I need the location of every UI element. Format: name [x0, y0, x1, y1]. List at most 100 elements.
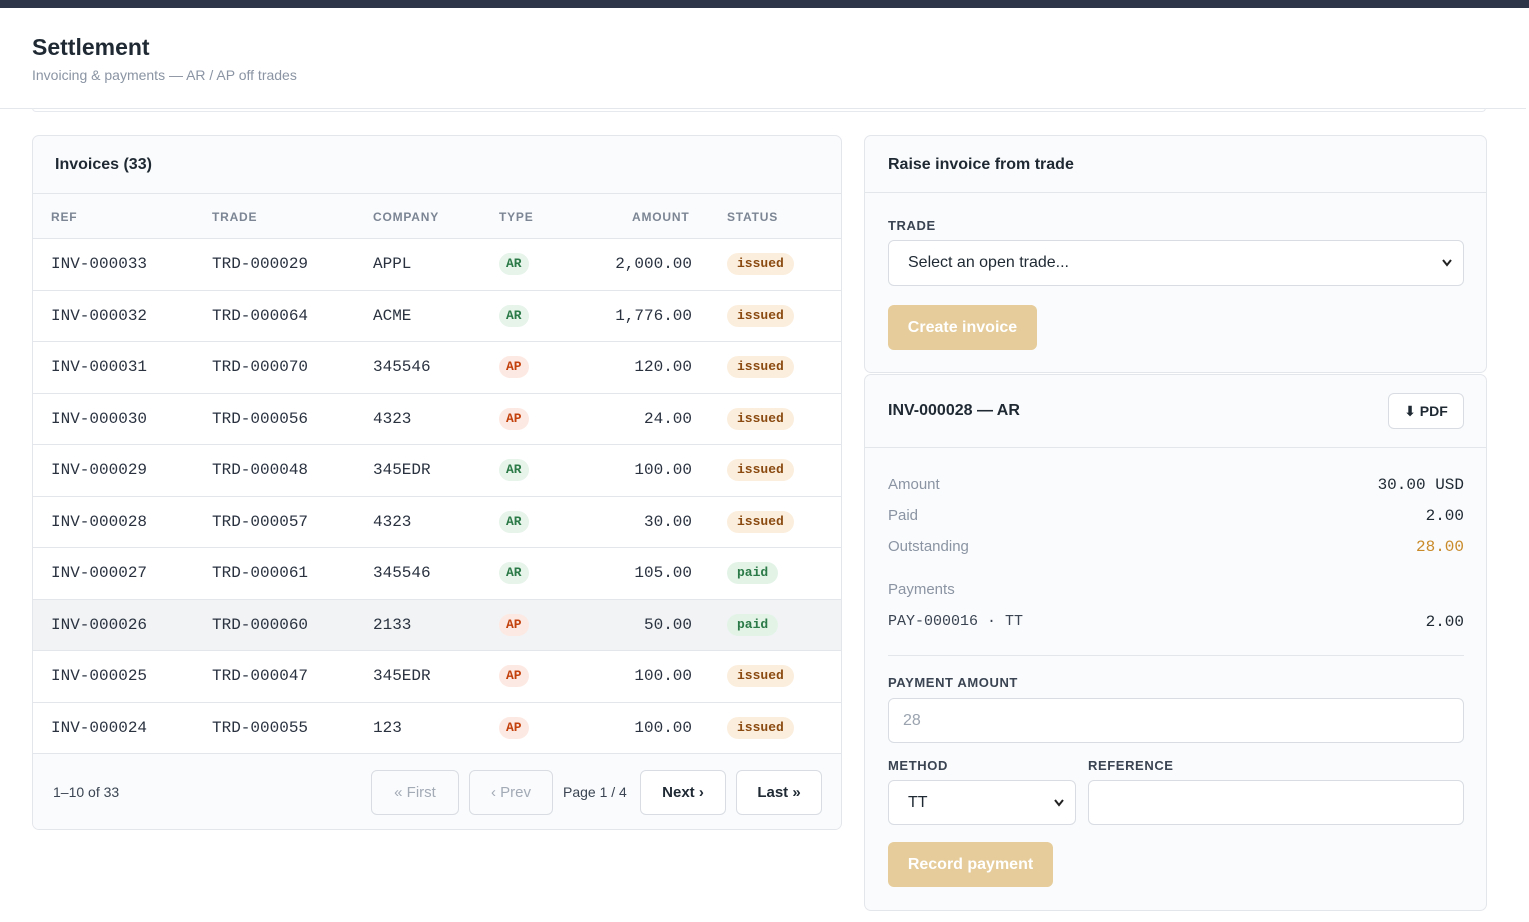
company-name: 345EDR — [373, 461, 431, 479]
type-badge: AR — [499, 510, 529, 533]
invoice-detail-card: INV-000028 — AR ⬇ PDF Amount 30.00 USD P… — [864, 374, 1487, 911]
method-label: METHOD — [888, 758, 948, 773]
column-header-status: STATUS — [727, 210, 779, 224]
table-row[interactable]: INV-000030 TRD-000056 4323 AP 24.00 issued — [33, 393, 841, 445]
trade-label: TRADE — [888, 218, 936, 233]
invoice-ref: INV-000033 — [51, 255, 148, 273]
type-badge: AP — [499, 665, 529, 687]
divider — [888, 655, 1464, 656]
chevron-down-icon — [1441, 241, 1453, 303]
invoice-amount: 50.00 — [643, 615, 692, 634]
table-row[interactable]: INV-000033 TRD-000029 APPL AR 2,000.00 issued — [33, 239, 841, 291]
raise-invoice-title: Raise invoice from trade — [888, 156, 1074, 173]
company-name: 345546 — [373, 358, 431, 376]
type-badge: AR — [499, 253, 529, 275]
invoice-amount: 24.00 — [643, 409, 692, 428]
trade-ref: TRD-000060 — [212, 615, 309, 634]
trade-ref: TRD-000048 — [212, 461, 309, 479]
status-badge: paid — [727, 613, 779, 636]
trade-select[interactable]: Select an open trade... — [888, 240, 1464, 286]
invoice-ref: INV-000030 — [51, 409, 148, 428]
payment-amount-label: PAYMENT AMOUNT — [888, 675, 1018, 690]
create-invoice-button[interactable]: Create invoice — [888, 305, 1037, 350]
outstanding-value: 28.00 — [1415, 538, 1464, 556]
payment-amount: 2.00 — [1425, 613, 1464, 631]
invoice-amount: 100.00 — [634, 718, 692, 737]
trade-select-value: Select an open trade... — [908, 254, 1069, 271]
table-row[interactable]: INV-000029 TRD-000048 345EDR AR 100.00 issued — [33, 445, 841, 497]
status-badge: issued — [727, 356, 794, 378]
prev-page-button[interactable]: ‹ Prev — [469, 770, 553, 815]
payment-id: PAY-000016 · TT — [888, 613, 1024, 630]
divider — [865, 192, 1486, 193]
paid-label: Paid — [888, 507, 919, 524]
table-row[interactable]: INV-000025 TRD-000047 345EDR AP 100.00 issued — [33, 651, 841, 703]
company-name: 2133 — [373, 615, 412, 634]
invoice-amount: 120.00 — [634, 358, 692, 376]
trade-ref: TRD-000056 — [212, 409, 309, 428]
invoice-amount: 30.00 — [643, 512, 692, 531]
trade-ref: TRD-000057 — [212, 512, 309, 531]
table-row[interactable]: INV-000028 TRD-000057 4323 AR 30.00 issued — [33, 496, 841, 548]
column-header-ref: REF — [51, 210, 78, 224]
invoice-ref: INV-000026 — [51, 615, 148, 634]
page-indicator: Page 1 / 4 — [563, 784, 627, 800]
trade-ref: TRD-000061 — [212, 564, 309, 582]
reference-input[interactable] — [1088, 780, 1464, 825]
invoice-amount: 2,000.00 — [615, 255, 692, 273]
column-header-company: COMPANY — [373, 210, 440, 224]
page-subtitle: Invoicing & payments — AR / AP off trade… — [32, 67, 297, 83]
trade-ref: TRD-000047 — [212, 667, 309, 685]
invoice-ref: INV-000027 — [51, 564, 148, 582]
type-badge: AP — [499, 716, 529, 739]
paid-value: 2.00 — [1425, 507, 1464, 525]
pagination: 1–10 of 33 « First ‹ Prev Page 1 / 4 Nex… — [33, 754, 841, 829]
table-row[interactable]: INV-000024 TRD-000055 123 AP 100.00 issued — [33, 702, 841, 754]
first-page-button[interactable]: « First — [371, 770, 459, 815]
status-badge: issued — [727, 253, 794, 275]
type-badge: AP — [499, 407, 529, 430]
trade-ref: TRD-000064 — [212, 306, 309, 325]
payment-amount-input[interactable]: 28 — [888, 698, 1464, 743]
type-badge: AR — [499, 459, 529, 481]
reference-label: REFERENCE — [1088, 758, 1174, 773]
header-edge — [32, 108, 1486, 112]
invoice-amount: 1,776.00 — [615, 306, 692, 325]
company-name: 123 — [373, 718, 402, 737]
column-header-trade: TRADE — [212, 210, 258, 224]
invoices-card: Invoices (33) REF TRADE COMPANY TYPE AMO… — [32, 135, 842, 830]
last-page-button[interactable]: Last » — [736, 770, 822, 815]
invoice-ref: INV-000024 — [51, 718, 148, 737]
amount-value: 30.00 USD — [1377, 476, 1464, 494]
type-badge: AP — [499, 356, 529, 378]
table-row[interactable]: INV-000027 TRD-000061 345546 AR 105.00 paid — [33, 548, 841, 600]
method-select-value: TT — [908, 794, 928, 811]
table-row[interactable]: INV-000031 TRD-000070 345546 AP 120.00 issued — [33, 342, 841, 394]
type-badge: AR — [499, 562, 529, 584]
record-payment-button[interactable]: Record payment — [888, 842, 1053, 887]
payments-label: Payments — [888, 581, 955, 598]
table-row[interactable]: INV-000026 TRD-000060 2133 AP 50.00 paid — [33, 599, 841, 651]
invoice-ref: INV-000031 — [51, 358, 148, 376]
trade-ref: TRD-000070 — [212, 358, 309, 376]
outstanding-label: Outstanding — [888, 538, 969, 555]
table-row[interactable]: INV-000032 TRD-000064 ACME AR 1,776.00 issued — [33, 290, 841, 342]
download-pdf-button[interactable]: ⬇ PDF — [1388, 393, 1464, 429]
pagination-range: 1–10 of 33 — [53, 784, 120, 800]
status-badge: issued — [727, 459, 794, 481]
method-select[interactable]: TT — [888, 780, 1076, 825]
company-name: 4323 — [373, 512, 412, 531]
status-badge: issued — [727, 510, 794, 533]
column-header-amount: AMOUNT — [632, 210, 690, 224]
invoice-ref: INV-000028 — [51, 512, 148, 531]
trade-ref: TRD-000055 — [212, 718, 309, 737]
company-name: ACME — [373, 306, 412, 325]
invoice-detail-title: INV-000028 — AR — [888, 402, 1020, 419]
next-page-button[interactable]: Next › — [640, 770, 726, 815]
table-header: REF TRADE COMPANY TYPE AMOUNT STATUS — [33, 193, 841, 239]
raise-invoice-card: Raise invoice from trade TRADE Select an… — [864, 135, 1487, 373]
column-header-type: TYPE — [499, 210, 534, 224]
status-badge: issued — [727, 304, 794, 327]
status-badge: issued — [727, 407, 794, 430]
chevron-down-icon — [1053, 781, 1065, 843]
